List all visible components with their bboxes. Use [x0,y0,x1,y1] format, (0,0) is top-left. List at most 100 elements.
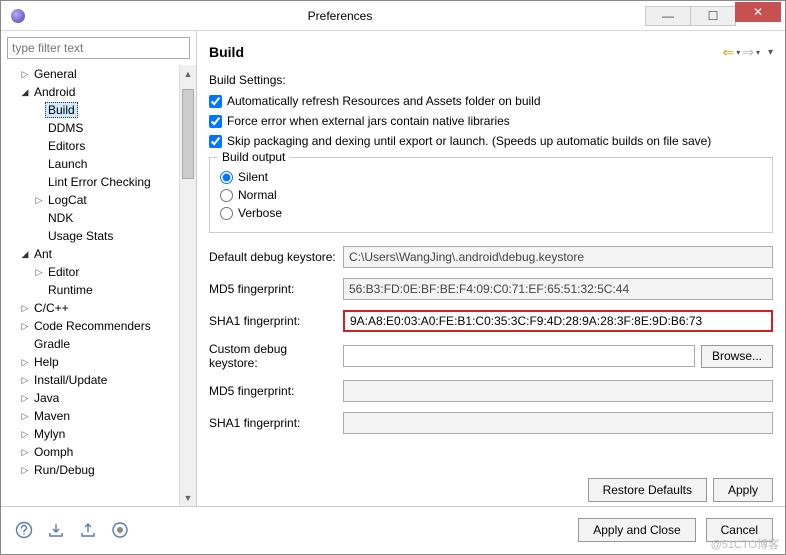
skip-packaging-checkbox[interactable]: Skip packaging and dexing until export o… [209,134,773,148]
expand-icon[interactable]: ▷ [19,411,31,422]
expand-icon[interactable]: ▷ [19,69,31,80]
restore-defaults-button[interactable]: Restore Defaults [588,478,707,502]
tree-item-general[interactable]: ▷General [3,65,196,83]
custom-keystore-field[interactable] [343,345,695,367]
expand-icon[interactable]: ▷ [33,195,45,206]
forward-icon[interactable]: ⇒ [742,44,754,61]
maximize-button[interactable]: ☐ [690,6,736,26]
tree-item-android[interactable]: ◢Android [3,83,196,101]
tree-item-c-c-[interactable]: ▷C/C++ [3,299,196,317]
tree-item-logcat[interactable]: ▷LogCat [3,191,196,209]
tree-item-mylyn[interactable]: ▷Mylyn [3,425,196,443]
tree-item-ddms[interactable]: DDMS [3,119,196,137]
skip-packaging-label: Skip packaging and dexing until export o… [227,134,711,148]
auto-refresh-input[interactable] [209,95,222,108]
tree-item-ant[interactable]: ◢Ant [3,245,196,263]
normal-radio-input[interactable] [220,189,233,202]
back-dropdown-icon[interactable]: ▾ [736,48,740,57]
custom-keystore-label: Custom debug keystore: [209,342,337,370]
tree-item-install-update[interactable]: ▷Install/Update [3,371,196,389]
tree-item-help[interactable]: ▷Help [3,353,196,371]
oomph-icon[interactable] [109,519,131,541]
tree-item-label: C/C++ [31,301,72,315]
tree-item-label: Maven [31,409,73,423]
tree-item-label: Build [45,102,78,118]
sha1-value: 9A:A8:E0:03:A0:FE:B1:C0:35:3C:F9:4D:28:9… [350,314,702,328]
import-icon[interactable] [45,519,67,541]
collapse-icon[interactable]: ◢ [19,249,31,260]
collapse-icon[interactable]: ◢ [19,87,31,98]
tree-item-label: Ant [31,247,55,261]
export-icon[interactable] [77,519,99,541]
md5-field[interactable] [343,278,773,300]
expand-icon[interactable]: ▷ [19,357,31,368]
verbose-radio-input[interactable] [220,207,233,220]
tree-item-launch[interactable]: Launch [3,155,196,173]
normal-radio[interactable]: Normal [220,188,762,202]
sha1-field-highlighted[interactable]: 9A:A8:E0:03:A0:FE:B1:C0:35:3C:F9:4D:28:9… [343,310,773,332]
tree-item-build[interactable]: Build [3,101,196,119]
skip-packaging-input[interactable] [209,135,222,148]
md5-label: MD5 fingerprint: [209,282,337,296]
tree-item-editor[interactable]: ▷Editor [3,263,196,281]
tree-item-lint-error-checking[interactable]: Lint Error Checking [3,173,196,191]
back-icon[interactable]: ⇐ [722,44,734,61]
build-settings-label: Build Settings: [209,73,773,87]
tree-item-label: DDMS [45,121,86,135]
tree-item-label: Editor [45,265,82,279]
watermark: @51CTO博客 [711,536,779,552]
default-keystore-field[interactable] [343,246,773,268]
sha1-custom-field[interactable] [343,412,773,434]
scroll-down-icon[interactable]: ▼ [180,489,196,506]
tree-item-usage-stats[interactable]: Usage Stats [3,227,196,245]
verbose-radio[interactable]: Verbose [220,206,762,220]
silent-radio-input[interactable] [220,171,233,184]
view-menu-icon[interactable]: ▾ [768,47,773,58]
silent-label: Silent [238,170,268,184]
tree-item-maven[interactable]: ▷Maven [3,407,196,425]
expand-icon[interactable]: ▷ [19,375,31,386]
auto-refresh-label: Automatically refresh Resources and Asse… [227,94,541,108]
expand-icon[interactable]: ▷ [19,465,31,476]
auto-refresh-checkbox[interactable]: Automatically refresh Resources and Asse… [209,94,773,108]
browse-button[interactable]: Browse... [701,345,773,368]
tree-item-label: Usage Stats [45,229,116,243]
force-error-checkbox[interactable]: Force error when external jars contain n… [209,114,773,128]
tree-item-run-debug[interactable]: ▷Run/Debug [3,461,196,479]
apply-and-close-button[interactable]: Apply and Close [578,518,695,542]
tree-item-label: Runtime [45,283,96,297]
help-icon[interactable] [13,519,35,541]
silent-radio[interactable]: Silent [220,170,762,184]
expand-icon[interactable]: ▷ [19,321,31,332]
tree-item-label: Install/Update [31,373,110,387]
tree-item-ndk[interactable]: NDK [3,209,196,227]
tree-item-java[interactable]: ▷Java [3,389,196,407]
expand-icon[interactable]: ▷ [19,447,31,458]
sidebar: ▷General◢AndroidBuild DDMS Editors LaunchLi… [1,31,197,506]
expand-icon[interactable]: ▷ [19,429,31,440]
tree-item-editors[interactable]: Editors [3,137,196,155]
expand-icon[interactable]: ▷ [33,267,45,278]
close-button[interactable]: ✕ [735,2,781,22]
preference-tree[interactable]: ▷General◢AndroidBuild DDMS Editors LaunchLi… [3,65,196,479]
build-output-group: Build output Silent Normal Verbose [209,157,773,233]
expand-icon[interactable]: ▷ [19,393,31,404]
apply-button[interactable]: Apply [713,478,773,502]
scroll-thumb[interactable] [182,89,194,179]
scroll-up-icon[interactable]: ▲ [180,65,196,82]
minimize-button[interactable]: — [645,6,691,26]
sidebar-scrollbar[interactable]: ▲ ▼ [179,65,196,506]
sha1-custom-label: SHA1 fingerprint: [209,416,337,430]
tree-item-oomph[interactable]: ▷Oomph [3,443,196,461]
tree-item-code-recommenders[interactable]: ▷Code Recommenders [3,317,196,335]
md5-custom-field[interactable] [343,380,773,402]
forward-dropdown-icon[interactable]: ▾ [756,48,760,57]
tree-item-label: Editors [45,139,88,153]
content-area: ▷General◢AndroidBuild DDMS Editors LaunchLi… [1,31,785,506]
expand-icon[interactable]: ▷ [19,303,31,314]
force-error-input[interactable] [209,115,222,128]
filter-input[interactable] [7,37,190,59]
tree-item-gradle[interactable]: Gradle [3,335,196,353]
tree-item-runtime[interactable]: Runtime [3,281,196,299]
tree-item-label: Code Recommenders [31,319,154,333]
